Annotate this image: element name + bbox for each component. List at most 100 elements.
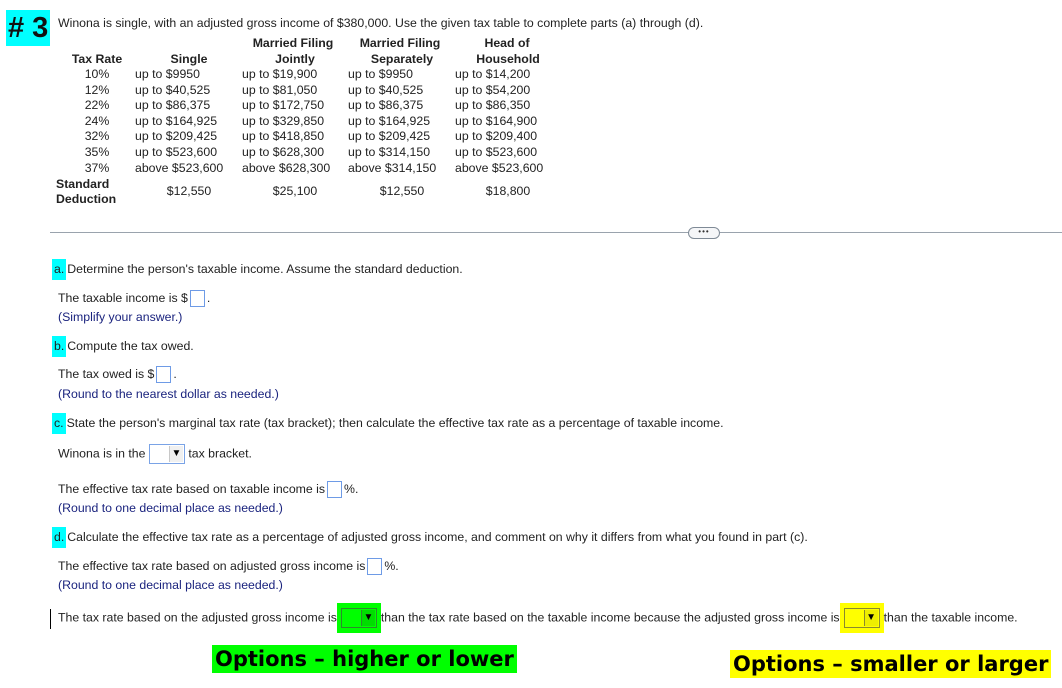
part-c-hint: (Round to one decimal place as needed.) — [58, 501, 283, 515]
header-hoh-line1: Head of — [484, 36, 530, 50]
tax-cell-mfj: up to $418,850 — [242, 129, 325, 144]
part-d-effective-line: The effective tax rate based on adjusted… — [58, 558, 399, 575]
part-c-effective-line: The effective tax rate based on taxable … — [58, 481, 358, 498]
tax-cell-hoh: up to $86,350 — [455, 98, 531, 113]
text-cursor — [50, 609, 51, 629]
section-divider — [50, 232, 1062, 233]
dropdown-arrow-icon: ▼ — [168, 446, 183, 462]
tax-cell-single: up to $209,425 — [135, 129, 218, 144]
tax-cell-single: up to $86,375 — [135, 98, 211, 113]
green-highlight: ▼ — [336, 603, 381, 633]
tax-cell-rate: 12% — [84, 82, 110, 97]
bracket-suffix: tax bracket. — [188, 446, 252, 461]
part-a-hint: (Simplify your answer.) — [58, 310, 183, 324]
tax-cell-hoh: up to $14,200 — [455, 67, 531, 81]
tax-cell-hoh: above $523,600 — [455, 160, 544, 175]
comparison-text-3: than the taxable income. — [883, 610, 1018, 625]
dropdown-arrow-icon: ▼ — [360, 610, 375, 626]
comparison-text-1: The tax rate based on the adjusted gross… — [58, 610, 337, 625]
comparison-text-2: than the tax rate based on the taxable i… — [380, 610, 840, 625]
part-d-letter: d. — [52, 527, 67, 548]
header-mfj-line1: Married Filing — [252, 36, 334, 50]
part-a-letter: a. — [52, 259, 67, 280]
part-a-text: Determine the person's taxable income. A… — [67, 262, 463, 276]
part-b-text: Compute the tax owed. — [67, 339, 194, 353]
green-options-note: Options – higher or lower — [212, 645, 517, 673]
header-rate: Tax Rate — [71, 52, 123, 66]
higher-lower-dropdown[interactable]: ▼ — [340, 608, 377, 628]
question-number: # 3 — [6, 10, 50, 46]
tax-cell-mfj: up to $329,850 — [242, 113, 325, 128]
tax-cell-single: up to $40,525 — [135, 82, 211, 97]
std-deduction-label-line1: Standard — [56, 177, 110, 191]
part-b-letter: b. — [52, 336, 67, 357]
tax-cell-single: up to $9950 — [135, 67, 200, 81]
tax-cell-mfs: above $314,150 — [348, 160, 437, 175]
yellow-highlight: ▼ — [839, 603, 884, 633]
tax-cell-mfs: up to $314,150 — [348, 145, 431, 159]
tax-bracket-dropdown[interactable]: ▼ — [148, 444, 185, 464]
part-b-prompt: b. Compute the tax owed. — [52, 336, 194, 357]
part-d-effective-prefix: The effective tax rate based on adjusted… — [58, 558, 366, 573]
tax-cell-mfj: up to $628,300 — [242, 145, 325, 159]
part-c-bracket-line: Winona is in the ▼ tax bracket. — [58, 444, 252, 464]
tax-cell-mfs: up to $209,425 — [348, 129, 431, 144]
part-c-prompt: c. State the person's marginal tax rate (… — [52, 413, 724, 434]
part-b-answer-line: The tax owed is $. — [58, 366, 177, 383]
std-deduction-mfj: $25,100 — [272, 184, 318, 198]
tax-cell-mfs: up to $86,375 — [348, 98, 424, 113]
tax-cell-hoh: up to $209,400 — [455, 129, 538, 144]
std-deduction-single: $12,550 — [166, 184, 212, 198]
yellow-options-note: Options – smaller or larger — [730, 650, 1052, 678]
part-c-text: State the person's marginal tax rate (ta… — [66, 416, 724, 430]
tax-cell-mfj: above $628,300 — [242, 160, 331, 175]
effective-rate-taxable-input[interactable] — [327, 481, 343, 498]
dropdown-arrow-icon: ▼ — [863, 610, 878, 626]
part-b-answer-prefix: The tax owed is $ — [58, 366, 155, 381]
tax-cell-mfj: up to $172,750 — [242, 98, 325, 113]
part-b-hint: (Round to the nearest dollar as needed.) — [58, 387, 279, 401]
part-a-answer-line: The taxable income is $. — [58, 290, 210, 307]
tax-cell-single: above $523,600 — [135, 160, 224, 175]
tax-cell-hoh: up to $523,600 — [455, 145, 538, 159]
header-single: Single — [170, 52, 208, 66]
tax-cell-rate: 22% — [84, 98, 110, 113]
tax-cell-rate: 10% — [84, 67, 110, 81]
part-d-prompt: d. Calculate the effective tax rate as a … — [52, 527, 808, 548]
part-c-effective-suffix: %. — [344, 481, 359, 496]
tax-cell-hoh: up to $164,900 — [455, 113, 538, 128]
effective-rate-agi-input[interactable] — [367, 558, 383, 575]
part-c-effective-prefix: The effective tax rate based on taxable … — [58, 481, 326, 496]
std-deduction-hoh: $18,800 — [485, 184, 531, 198]
tax-cell-mfj: up to $81,050 — [242, 82, 318, 97]
header-mfs-line2: Separately — [370, 52, 434, 66]
header-mfj-line2: Jointly — [275, 52, 315, 66]
tax-cell-rate: 32% — [84, 129, 110, 144]
part-d-hint: (Round to one decimal place as needed.) — [58, 578, 283, 592]
tax-cell-mfs: up to $164,925 — [348, 113, 431, 128]
header-mfs-line1: Married Filing — [359, 36, 441, 50]
tax-cell-single: up to $164,925 — [135, 113, 218, 128]
part-a-prompt: a. Determine the person's taxable income.… — [52, 259, 463, 280]
tax-cell-single: up to $523,600 — [135, 145, 218, 159]
part-a-answer-prefix: The taxable income is $ — [58, 290, 188, 305]
part-c-letter: c. — [52, 413, 66, 434]
part-a-answer-suffix: . — [206, 290, 211, 305]
smaller-larger-dropdown[interactable]: ▼ — [843, 608, 880, 628]
tax-owed-input[interactable] — [156, 366, 172, 383]
tax-cell-rate: 37% — [84, 160, 110, 175]
std-deduction-label-line2: Deduction — [56, 192, 117, 206]
question-intro: Winona is single, with an adjusted gross… — [58, 16, 704, 30]
part-d-comparison-sentence: The tax rate based on the adjusted gross… — [58, 603, 1018, 633]
std-deduction-mfs: $12,550 — [379, 184, 425, 198]
tax-cell-mfj: up to $19,900 — [242, 67, 318, 81]
tax-cell-rate: 24% — [84, 113, 110, 128]
header-hoh-line2: Household — [476, 52, 540, 66]
bracket-prefix: Winona is in the — [58, 446, 146, 461]
tax-cell-mfs: up to $40,525 — [348, 82, 424, 97]
taxable-income-input[interactable] — [189, 290, 205, 307]
more-options-button[interactable]: ••• — [688, 227, 720, 239]
part-d-text: Calculate the effective tax rate as a pe… — [67, 530, 808, 544]
tax-cell-rate: 35% — [84, 145, 110, 159]
part-d-effective-suffix: %. — [384, 558, 399, 573]
